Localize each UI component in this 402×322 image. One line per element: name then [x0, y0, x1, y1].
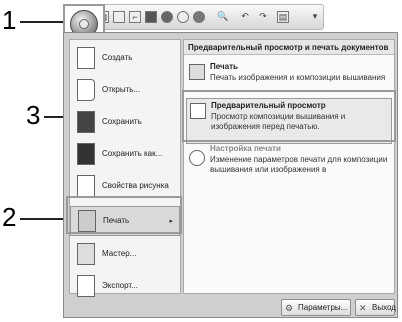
application-menu: Создать Открыть... Сохранить Сохранить к… [63, 32, 398, 318]
parameters-button-label: Параметры... [298, 303, 348, 312]
printer-icon [189, 64, 205, 80]
menu-item-label: Свойства рисунка [102, 181, 169, 190]
callout-box-print [66, 196, 182, 234]
stitch-icon[interactable] [193, 11, 205, 23]
callout-number-1: 1 [2, 5, 17, 35]
menu-item-label: Мастер... [102, 249, 137, 258]
submenu-item-title: Настройка печати [210, 144, 281, 153]
submenu-item-page-setup[interactable]: Настройка печати Изменение параметров пе… [186, 144, 392, 186]
save-icon [77, 111, 95, 133]
gear-icon: ⚙ [285, 303, 294, 313]
menu-item-label: Экспорт... [102, 281, 138, 290]
submenu-header: Предварительный просмотр и печать докуме… [184, 40, 394, 55]
menu-item-save-as[interactable]: Сохранить как... [70, 140, 180, 170]
export-icon [77, 275, 95, 297]
submenu-item-title: Печать [210, 62, 238, 71]
callout-number-2: 2 [2, 202, 17, 232]
circle-icon[interactable] [161, 11, 173, 23]
callout-leader-2 [20, 218, 68, 220]
new-document-icon [77, 47, 95, 69]
close-icon: ✕ [359, 303, 367, 313]
circle-outline-icon[interactable] [177, 11, 189, 23]
properties-icon [77, 175, 95, 197]
menu-bottom-bar: ⚙ Параметры... ✕ Выход [64, 296, 397, 318]
save-icon[interactable] [145, 11, 157, 23]
open-icon[interactable]: ⌐ [129, 11, 141, 23]
menu-item-save[interactable]: Сохранить [70, 108, 180, 138]
menu-item-new[interactable]: Создать [70, 44, 180, 74]
menu-item-label: Открыть... [102, 85, 141, 94]
menu-item-label: Сохранить как... [102, 149, 163, 158]
print-preview-icon[interactable]: ▤ [277, 11, 289, 23]
callout-box-print-preview [182, 90, 396, 142]
wizard-icon [77, 243, 95, 265]
zoom-icon[interactable]: 🔍 [217, 11, 229, 23]
undo-icon[interactable]: ↶ [239, 11, 251, 23]
parameters-button[interactable]: ⚙ Параметры... [281, 299, 351, 316]
exit-button[interactable]: ✕ Выход [355, 299, 396, 316]
new-icon[interactable] [113, 11, 125, 23]
menu-item-label: Сохранить [102, 117, 142, 126]
exit-button-label: Выход [372, 303, 396, 312]
menu-item-wizard[interactable]: Мастер... [70, 240, 180, 270]
save-as-icon [77, 143, 95, 165]
page-setup-icon [189, 150, 205, 166]
open-folder-icon [77, 79, 95, 101]
quick-access-toolbar: ▦ ⌐ 🔍 ↶ ↷ ▤ ▾ [92, 4, 324, 30]
callout-leader-1 [20, 21, 65, 23]
chevron-down-icon[interactable]: ▾ [309, 11, 321, 23]
submenu-item-description: Печать изображения и композиции вышивани… [210, 73, 386, 82]
menu-item-label: Создать [102, 53, 133, 62]
submenu-item-description: Изменение параметров печати для композиц… [210, 155, 388, 174]
redo-icon[interactable]: ↷ [257, 11, 269, 23]
callout-number-3: 3 [26, 100, 41, 130]
menu-left-column: Создать Открыть... Сохранить Сохранить к… [69, 39, 181, 297]
submenu-panel: Предварительный просмотр и печать докуме… [183, 39, 395, 294]
menu-item-open[interactable]: Открыть... [70, 76, 180, 106]
app-orb-center [79, 19, 89, 29]
submenu-item-print[interactable]: Печать Печать изображения и композиции в… [186, 60, 392, 94]
